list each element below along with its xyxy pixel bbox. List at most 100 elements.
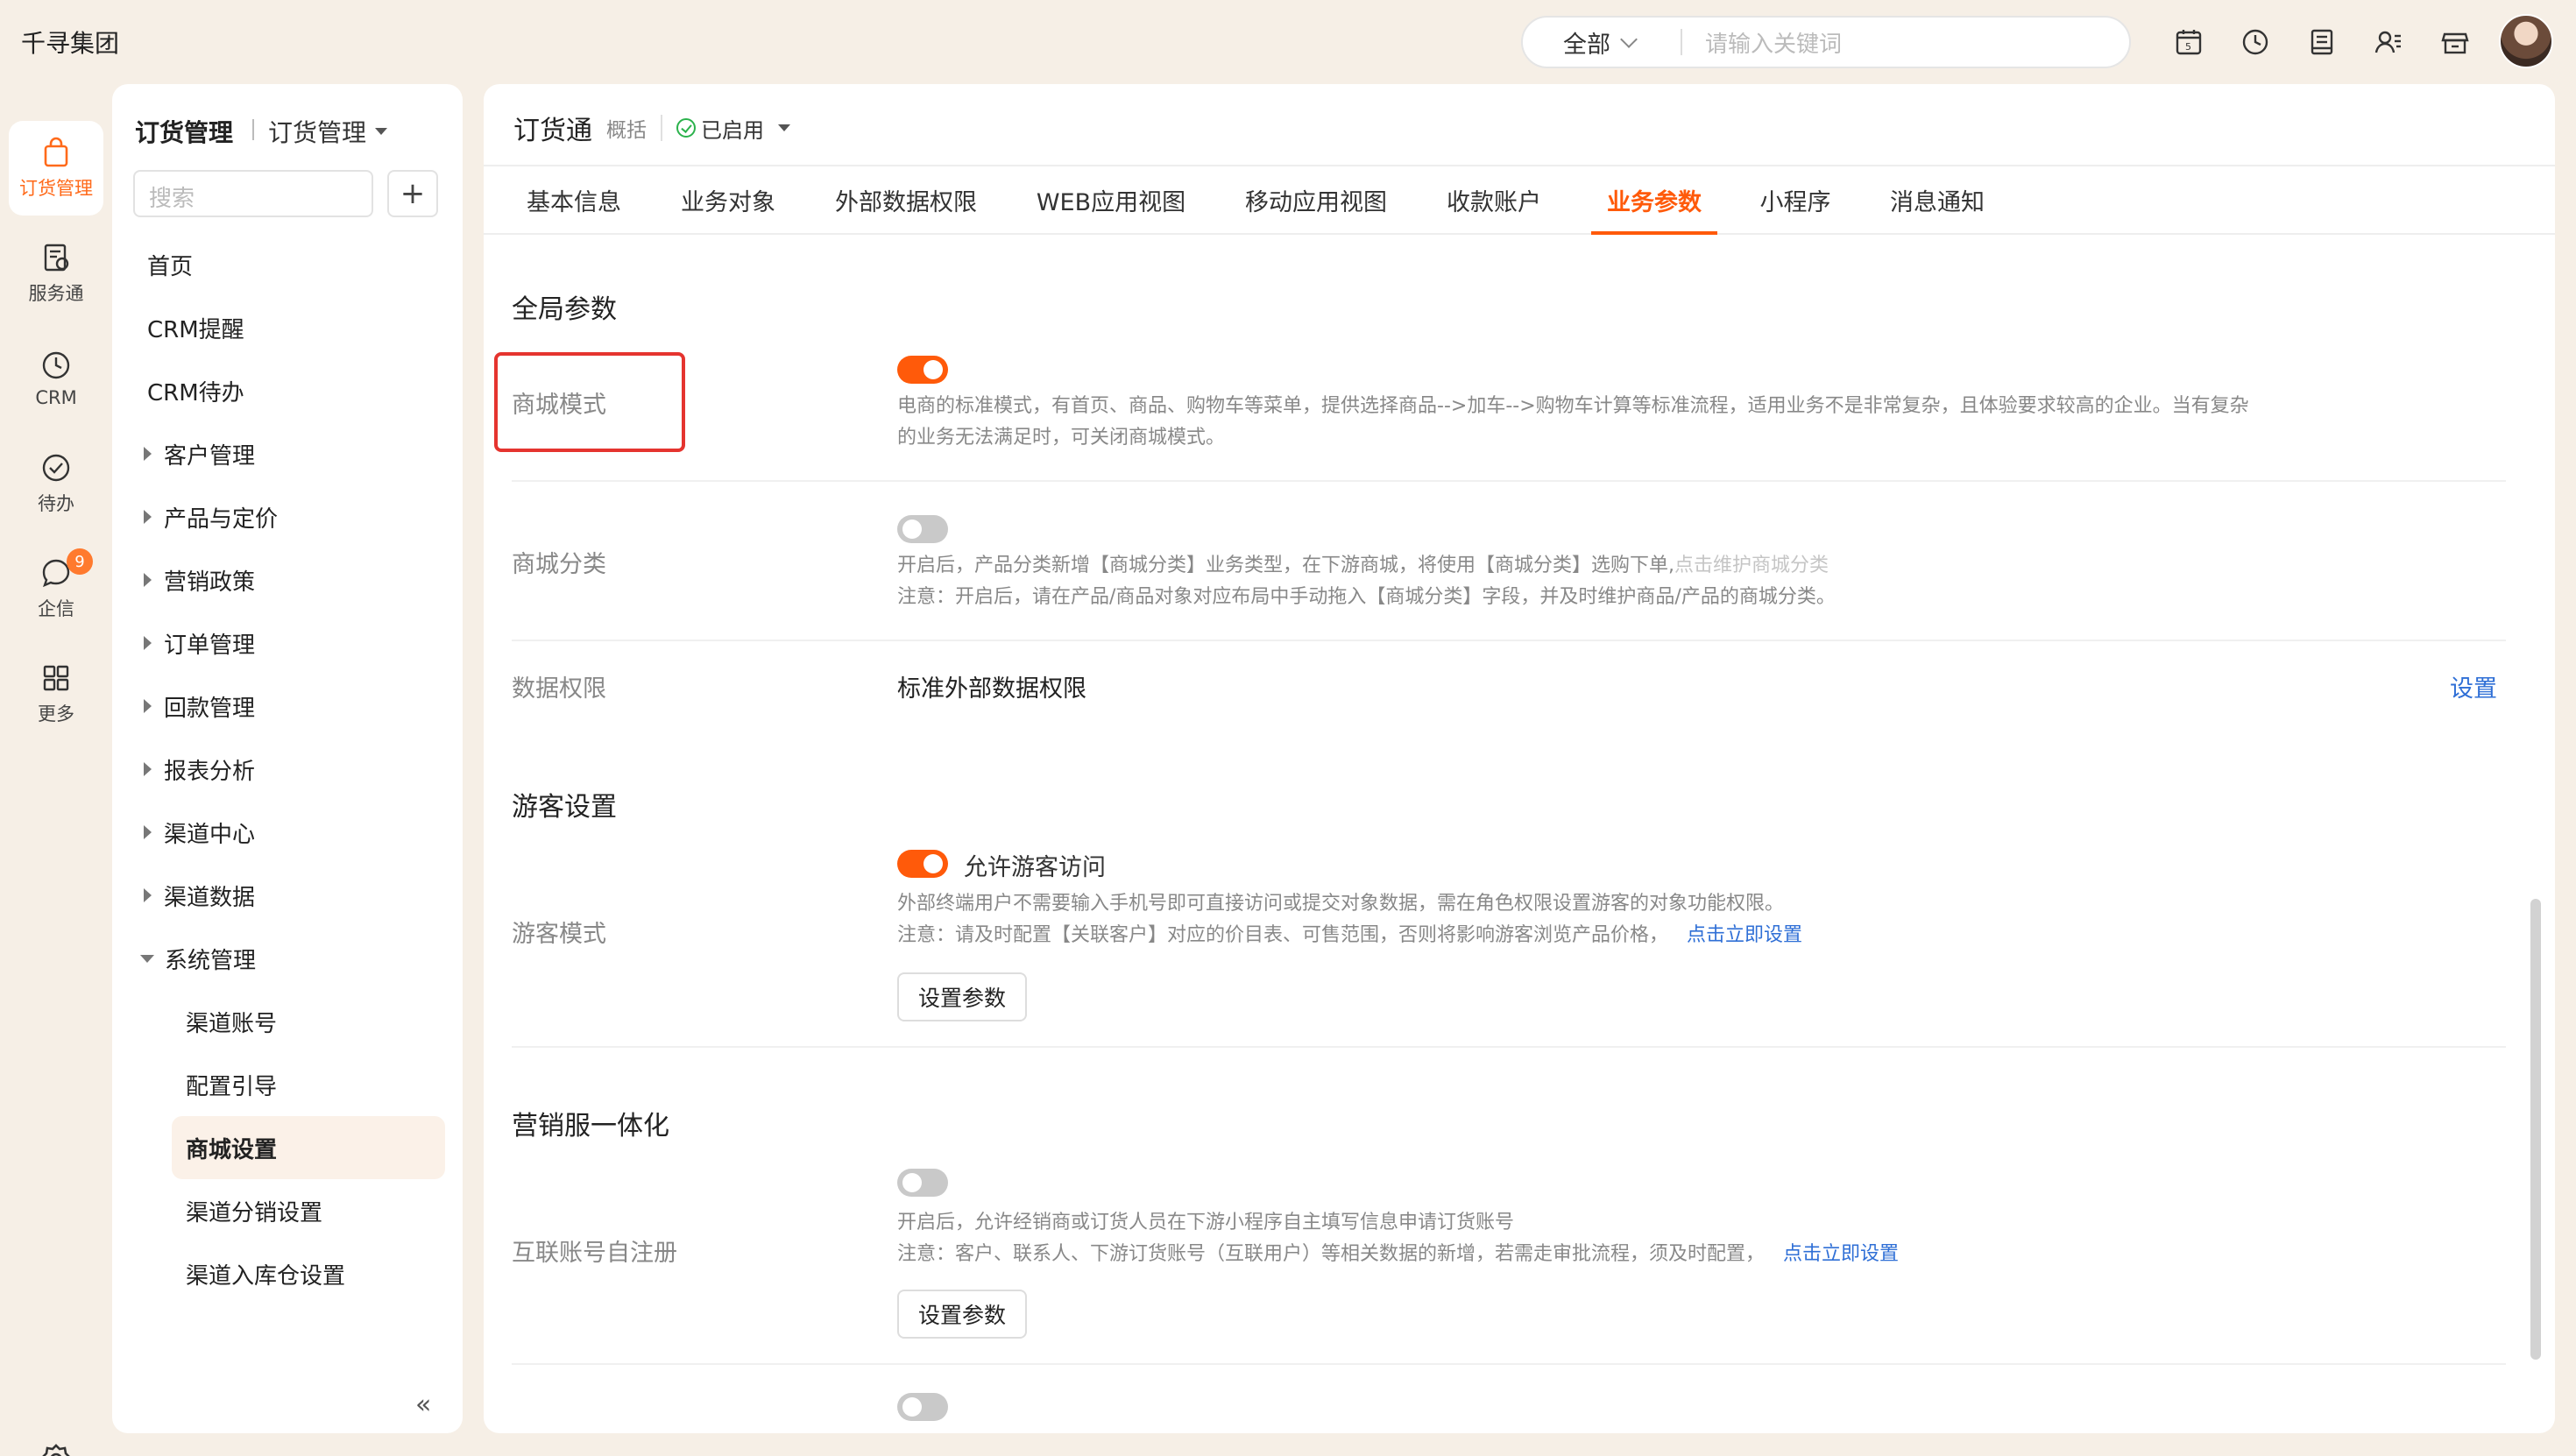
page-title: 订货通 xyxy=(513,116,592,146)
caret-down-icon xyxy=(778,124,790,131)
marketing-set-params-button[interactable]: 设置参数 xyxy=(897,1290,1028,1339)
search-divider xyxy=(1681,29,1682,55)
svg-text:5: 5 xyxy=(2185,41,2191,53)
tab-external-data-permission[interactable]: 外部数据权限 xyxy=(832,166,980,233)
global-search[interactable]: 全部 请输入关键词 xyxy=(1521,16,2131,68)
side-nav: 订货管理 订货管理 搜索 + 首页 CRM提醒 CRM待办 客户管理 产品与定价… xyxy=(112,84,463,1433)
search-scope-select[interactable]: 全部 xyxy=(1523,25,1672,60)
nav-item-system[interactable]: 系统管理 xyxy=(135,927,433,990)
nav-item-reports[interactable]: 报表分析 xyxy=(135,738,433,801)
nav-item-channel-warehouse[interactable]: 渠道入库仓设置 xyxy=(172,1242,445,1305)
next-setting-toggle[interactable] xyxy=(897,1393,948,1421)
nav-title-separator xyxy=(252,119,254,140)
nav-item-channel-distribution[interactable]: 渠道分销设置 xyxy=(172,1179,445,1242)
overview-link[interactable]: 概括 xyxy=(606,113,647,143)
caret-right-icon xyxy=(144,699,152,713)
rail-item-todo[interactable]: 待办 xyxy=(9,436,103,531)
nav-item-config-guide[interactable]: 配置引导 xyxy=(172,1053,445,1116)
nav-item-channel-data[interactable]: 渠道数据 xyxy=(135,864,433,927)
mall-category-desc-line2: 注意：开启后，请在产品/商品对象对应布局中手动拖入【商城分类】字段，并及时维护商… xyxy=(897,586,1836,608)
nav-item-label: 营销政策 xyxy=(164,569,256,596)
tab-basic-info[interactable]: 基本信息 xyxy=(524,166,624,233)
marketing-setup-link[interactable]: 点击立即设置 xyxy=(1783,1243,1899,1265)
bag-icon xyxy=(44,137,68,167)
guest-mode-label: 游客模式 xyxy=(512,921,606,948)
tab-notifications[interactable]: 消息通知 xyxy=(1887,166,1987,233)
mall-category-toggle[interactable] xyxy=(897,515,948,543)
store-icon[interactable] xyxy=(2436,23,2474,61)
nav-item-orders[interactable]: 订单管理 xyxy=(135,611,433,675)
nav-search-input[interactable]: 搜索 xyxy=(133,170,373,217)
clock-icon xyxy=(42,351,70,379)
nav-item-label: 回款管理 xyxy=(164,695,256,722)
check-icon xyxy=(42,454,70,482)
calendar-icon[interactable]: 5 xyxy=(2169,23,2208,61)
row-divider xyxy=(512,480,2506,482)
guest-set-params-button[interactable]: 设置参数 xyxy=(897,972,1028,1021)
rail-item-messenger[interactable]: 企信 9 xyxy=(9,541,103,636)
rail-item-label: 更多 xyxy=(38,703,74,724)
self-register-toggle[interactable] xyxy=(897,1169,948,1197)
mall-mode-desc-line2: 的业务无法满足时，可关闭商城模式。 xyxy=(897,427,1226,449)
tab-mobile-app-view[interactable]: 移动应用视图 xyxy=(1242,166,1390,233)
nav-item-channel-center[interactable]: 渠道中心 xyxy=(135,801,433,864)
nav-item-home[interactable]: 首页 xyxy=(147,233,445,296)
nav-item-label: 配置引导 xyxy=(186,1073,278,1100)
service-icon xyxy=(44,244,69,272)
tab-payment-accounts[interactable]: 收款账户 xyxy=(1444,166,1544,233)
nav-item-mall-settings[interactable]: 商城设置 xyxy=(172,1116,445,1179)
caret-right-icon xyxy=(144,447,152,461)
nav-item-payments[interactable]: 回款管理 xyxy=(135,675,433,738)
rail-item-crm[interactable]: CRM xyxy=(9,331,103,426)
nav-item-marketing[interactable]: 营销政策 xyxy=(135,548,433,611)
mall-mode-toggle[interactable] xyxy=(897,356,948,384)
guest-setup-link[interactable]: 点击立即设置 xyxy=(1687,924,1802,946)
mall-category-label: 商城分类 xyxy=(512,551,606,578)
search-scope-label: 全部 xyxy=(1563,31,1610,59)
nav-item-label: 报表分析 xyxy=(164,758,256,785)
nav-subtitle-dropdown[interactable]: 订货管理 xyxy=(268,114,388,149)
rail-item-label: 服务通 xyxy=(28,283,84,304)
mall-mode-desc-line1: 电商的标准模式，有首页、商品、购物车等菜单，提供选择商品-->加车-->购物车计… xyxy=(897,395,2249,417)
data-permission-settings-link[interactable]: 设置 xyxy=(2450,669,2497,703)
nav-item-customers[interactable]: 客户管理 xyxy=(135,422,433,485)
contacts-icon[interactable] xyxy=(2369,23,2408,61)
marketing-desc-line1: 开启后，允许经销商或订货人员在下游小程序自主填写信息申请订货账号 xyxy=(897,1212,1515,1233)
tab-web-app-view[interactable]: WEB应用视图 xyxy=(1034,166,1188,233)
rail-item-label: 企信 xyxy=(38,598,74,619)
nav-item-label: 渠道账号 xyxy=(186,1010,278,1037)
rail-item-order-management[interactable]: 订货管理 xyxy=(9,121,103,216)
guest-desc-line2: 注意：请及时配置【关联客户】对应的价目表、可售范围，否则将影响游客浏览产品价格， xyxy=(897,924,1669,946)
caret-right-icon xyxy=(144,573,152,587)
mall-mode-description: 电商的标准模式，有首页、商品、购物车等菜单，提供选择商品-->加车-->购物车计… xyxy=(897,391,2387,454)
notes-icon[interactable] xyxy=(2303,23,2341,61)
nav-item-products[interactable]: 产品与定价 xyxy=(135,485,433,548)
nav-item-crm-todo[interactable]: CRM待办 xyxy=(147,359,445,422)
rail-item-service[interactable]: 服务通 xyxy=(9,226,103,321)
nav-item-channel-account[interactable]: 渠道账号 xyxy=(172,990,445,1053)
scrollbar-thumb[interactable] xyxy=(2530,899,2541,1360)
nav-item-label: CRM待办 xyxy=(147,379,244,406)
maintain-category-link[interactable]: 点击维护商城分类 xyxy=(1674,555,1829,576)
self-register-label: 互联账号自注册 xyxy=(512,1240,677,1267)
collapse-nav-icon[interactable]: « xyxy=(415,1389,431,1420)
add-button[interactable]: + xyxy=(387,170,438,217)
main-panel: 订货通 概括 已启用 基本信息 业务对象 外部数据权限 WEB应用视图 移动应用… xyxy=(484,84,2555,1433)
nav-item-crm-reminder[interactable]: CRM提醒 xyxy=(147,296,445,359)
caret-right-icon xyxy=(144,825,152,839)
tab-business-objects[interactable]: 业务对象 xyxy=(678,166,778,233)
nav-item-label: 渠道分销设置 xyxy=(186,1199,323,1226)
rail-item-more[interactable]: 更多 xyxy=(9,647,103,741)
nav-item-label: 系统管理 xyxy=(165,947,257,974)
gear-icon[interactable] xyxy=(39,1442,74,1456)
nav-item-label: 渠道入库仓设置 xyxy=(186,1262,346,1290)
chevron-down-icon xyxy=(1620,31,1638,48)
status-dropdown[interactable]: 已启用 xyxy=(676,113,790,144)
tab-mini-program[interactable]: 小程序 xyxy=(1758,166,1833,233)
guest-access-toggle[interactable] xyxy=(897,850,948,878)
search-input[interactable]: 请输入关键词 xyxy=(1705,26,1842,59)
avatar[interactable] xyxy=(2499,14,2553,68)
tab-business-params[interactable]: 业务参数 xyxy=(1591,166,1717,235)
clock-icon[interactable] xyxy=(2236,23,2275,61)
app-header: 订货通 概括 已启用 xyxy=(513,109,790,147)
